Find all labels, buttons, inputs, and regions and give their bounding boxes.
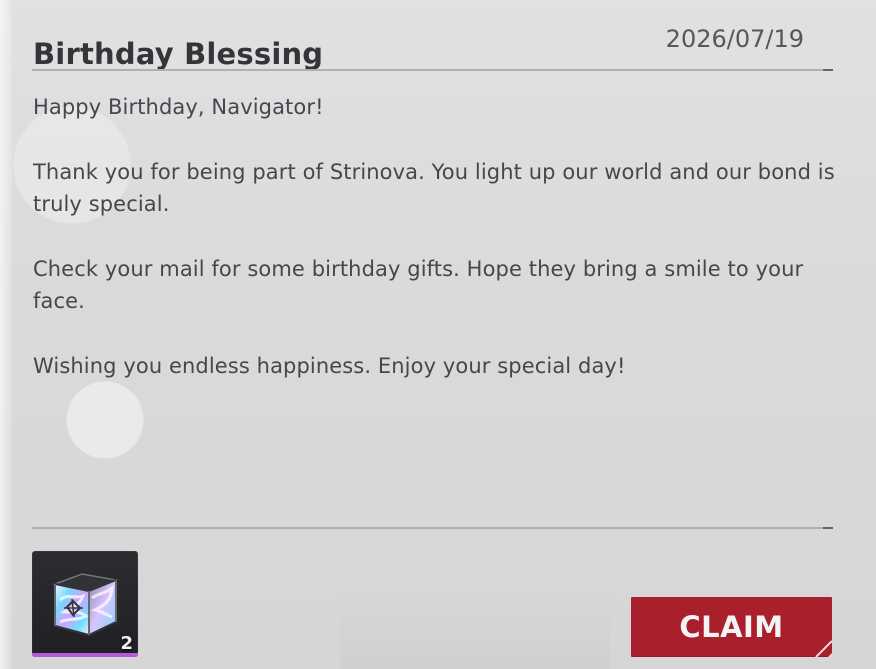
claim-button[interactable]: CLAIM xyxy=(631,597,832,657)
top-divider xyxy=(32,69,833,71)
mail-message: Happy Birthday, Navigator! Thank you for… xyxy=(33,91,838,415)
message-paragraph-wishes: Wishing you endless happiness. Enjoy you… xyxy=(33,354,626,378)
gift-box-icon xyxy=(52,573,119,637)
message-paragraph-thanks: Thank you for being part of Strinova. Yo… xyxy=(33,160,835,216)
claim-button-label: CLAIM xyxy=(679,610,784,644)
mail-detail-panel: Birthday Blessing 2026/07/19 Happy Birth… xyxy=(0,0,876,669)
bottom-divider xyxy=(32,527,833,529)
reward-item[interactable]: 2 xyxy=(32,551,138,657)
button-corner-icon xyxy=(815,640,832,657)
message-paragraph-greeting: Happy Birthday, Navigator! xyxy=(33,95,324,119)
reward-count: 2 xyxy=(120,633,133,654)
message-paragraph-gifts: Check your mail for some birthday gifts.… xyxy=(33,257,804,313)
mail-date: 2026/07/19 xyxy=(665,25,804,53)
